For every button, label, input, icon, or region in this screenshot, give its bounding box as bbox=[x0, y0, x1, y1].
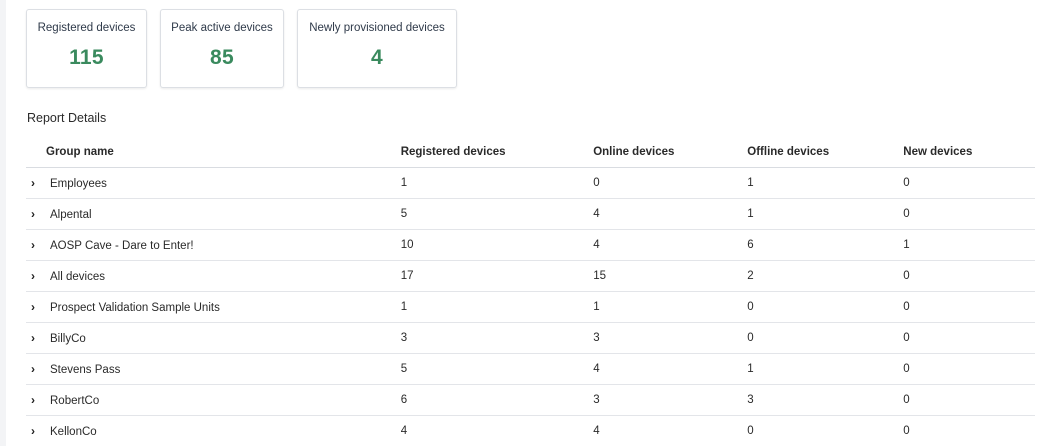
new-cell: 0 bbox=[903, 260, 1035, 292]
registered-cell: 6 bbox=[400, 384, 594, 416]
chevron-right-icon[interactable]: › bbox=[28, 331, 38, 345]
online-cell: 4 bbox=[593, 353, 748, 385]
registered-cell: 5 bbox=[400, 198, 594, 230]
card-label: Newly provisioned devices bbox=[309, 22, 445, 34]
online-cell: 4 bbox=[593, 198, 748, 230]
chevron-right-icon[interactable]: › bbox=[28, 424, 38, 438]
table-row[interactable]: › Employees 1 0 1 0 bbox=[26, 167, 1035, 199]
card-value: 85 bbox=[210, 46, 234, 69]
group-name: Prospect Validation Sample Units bbox=[50, 302, 220, 314]
registered-cell: 1 bbox=[400, 291, 594, 323]
section-title: Report Details bbox=[27, 111, 107, 125]
registered-cell: 1 bbox=[400, 167, 594, 199]
group-name-cell: › Alpental bbox=[26, 198, 401, 230]
column-header-registered[interactable]: Registered devices bbox=[400, 137, 594, 168]
chevron-right-icon[interactable]: › bbox=[28, 207, 38, 221]
online-cell: 3 bbox=[593, 322, 748, 354]
new-cell: 0 bbox=[903, 291, 1035, 323]
table-row[interactable]: › RobertCo 6 3 3 0 bbox=[26, 384, 1035, 416]
device-report-page: Registered devices 115 Peak active devic… bbox=[0, 0, 1050, 446]
table-row[interactable]: › KellonCo 4 4 0 0 bbox=[26, 415, 1035, 446]
offline-cell: 6 bbox=[747, 229, 904, 261]
online-cell: 3 bbox=[593, 384, 748, 416]
offline-cell: 0 bbox=[747, 322, 904, 354]
chevron-right-icon[interactable]: › bbox=[28, 269, 38, 283]
chevron-right-icon[interactable]: › bbox=[28, 300, 38, 314]
group-name: KellonCo bbox=[50, 426, 97, 438]
new-cell: 1 bbox=[903, 229, 1035, 261]
card-label: Registered devices bbox=[37, 22, 136, 34]
table-row[interactable]: › All devices 17 15 2 0 bbox=[26, 260, 1035, 292]
report-table: Group name Registered devices Online dev… bbox=[26, 137, 1035, 446]
column-header-online[interactable]: Online devices bbox=[593, 137, 748, 168]
online-cell: 4 bbox=[593, 415, 748, 446]
chevron-right-icon[interactable]: › bbox=[28, 176, 38, 190]
online-cell: 0 bbox=[593, 167, 748, 199]
newly-provisioned-devices-card: Newly provisioned devices 4 bbox=[297, 9, 457, 88]
offline-cell: 3 bbox=[747, 384, 904, 416]
new-cell: 0 bbox=[903, 353, 1035, 385]
new-cell: 0 bbox=[903, 322, 1035, 354]
column-header-group-name[interactable]: Group name bbox=[26, 137, 401, 168]
registered-cell: 10 bbox=[400, 229, 594, 261]
group-name-cell: › RobertCo bbox=[26, 384, 401, 416]
table-header-row: Group name Registered devices Online dev… bbox=[26, 137, 1035, 168]
peak-active-devices-card: Peak active devices 85 bbox=[160, 9, 284, 88]
group-name: All devices bbox=[50, 271, 105, 283]
new-cell: 0 bbox=[903, 384, 1035, 416]
group-name: Stevens Pass bbox=[50, 364, 121, 376]
group-name-cell: › Prospect Validation Sample Units bbox=[26, 291, 401, 323]
group-name: BillyCo bbox=[50, 333, 86, 345]
registered-cell: 4 bbox=[400, 415, 594, 446]
group-name-cell: › Employees bbox=[26, 167, 401, 199]
offline-cell: 0 bbox=[747, 291, 904, 323]
new-cell: 0 bbox=[903, 167, 1035, 199]
online-cell: 1 bbox=[593, 291, 748, 323]
table-row[interactable]: › Prospect Validation Sample Units 1 1 0 … bbox=[26, 291, 1035, 323]
group-name-cell: › Stevens Pass bbox=[26, 353, 401, 385]
new-cell: 0 bbox=[903, 198, 1035, 230]
registered-devices-card: Registered devices 115 bbox=[26, 9, 147, 88]
group-name-cell: › AOSP Cave - Dare to Enter! bbox=[26, 229, 401, 261]
offline-cell: 1 bbox=[747, 167, 904, 199]
left-edge-strip bbox=[0, 0, 6, 446]
offline-cell: 2 bbox=[747, 260, 904, 292]
registered-cell: 17 bbox=[400, 260, 594, 292]
registered-cell: 3 bbox=[400, 322, 594, 354]
table-row[interactable]: › AOSP Cave - Dare to Enter! 10 4 6 1 bbox=[26, 229, 1035, 261]
offline-cell: 0 bbox=[747, 415, 904, 446]
card-label: Peak active devices bbox=[171, 22, 273, 34]
card-value: 115 bbox=[69, 46, 104, 69]
offline-cell: 1 bbox=[747, 353, 904, 385]
column-header-new[interactable]: New devices bbox=[903, 137, 1035, 168]
group-name: Alpental bbox=[50, 209, 92, 221]
offline-cell: 1 bbox=[747, 198, 904, 230]
chevron-right-icon[interactable]: › bbox=[28, 393, 38, 407]
online-cell: 15 bbox=[593, 260, 748, 292]
new-cell: 0 bbox=[903, 415, 1035, 446]
table-row[interactable]: › Alpental 5 4 1 0 bbox=[26, 198, 1035, 230]
registered-cell: 5 bbox=[400, 353, 594, 385]
group-name: AOSP Cave - Dare to Enter! bbox=[50, 240, 194, 252]
table-row[interactable]: › Stevens Pass 5 4 1 0 bbox=[26, 353, 1035, 385]
chevron-right-icon[interactable]: › bbox=[28, 362, 38, 376]
summary-cards: Registered devices 115 Peak active devic… bbox=[26, 9, 457, 88]
chevron-right-icon[interactable]: › bbox=[28, 238, 38, 252]
online-cell: 4 bbox=[593, 229, 748, 261]
table-row[interactable]: › BillyCo 3 3 0 0 bbox=[26, 322, 1035, 354]
group-name-cell: › KellonCo bbox=[26, 415, 401, 446]
group-name-cell: › All devices bbox=[26, 260, 401, 292]
group-name-cell: › BillyCo bbox=[26, 322, 401, 354]
group-name: Employees bbox=[50, 178, 107, 190]
card-value: 4 bbox=[371, 46, 383, 69]
group-name: RobertCo bbox=[50, 395, 100, 407]
column-header-offline[interactable]: Offline devices bbox=[747, 137, 904, 168]
